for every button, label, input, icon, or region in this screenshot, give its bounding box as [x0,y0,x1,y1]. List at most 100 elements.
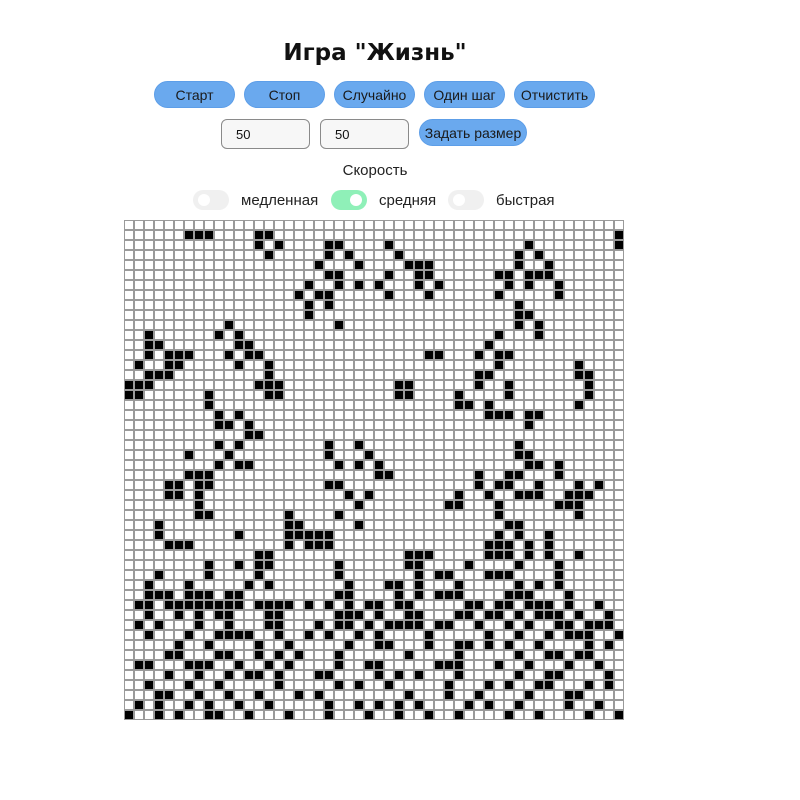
board-cell[interactable] [604,610,614,620]
board-cell[interactable] [474,550,484,560]
board-cell[interactable] [364,480,374,490]
board-cell[interactable] [254,540,264,550]
board-cell[interactable] [174,520,184,530]
board-cell[interactable] [304,370,314,380]
board-cell[interactable] [474,390,484,400]
board-cell[interactable] [304,660,314,670]
board-cell[interactable] [134,660,144,670]
board-cell[interactable] [404,710,414,720]
board-cell[interactable] [354,260,364,270]
board-cell[interactable] [274,230,284,240]
board-cell[interactable] [564,570,574,580]
board-cell[interactable] [264,540,274,550]
board-cell[interactable] [264,270,274,280]
board-cell[interactable] [134,650,144,660]
board-cell[interactable] [564,620,574,630]
board-cell[interactable] [134,430,144,440]
board-cell[interactable] [504,630,514,640]
board-cell[interactable] [374,600,384,610]
board-cell[interactable] [444,670,454,680]
board-cell[interactable] [564,450,574,460]
board-cell[interactable] [464,630,474,640]
board-cell[interactable] [314,620,324,630]
board-cell[interactable] [404,610,414,620]
board-cell[interactable] [494,390,504,400]
board-cell[interactable] [394,220,404,230]
board-cell[interactable] [384,510,394,520]
board-cell[interactable] [494,410,504,420]
board-cell[interactable] [504,290,514,300]
board-cell[interactable] [284,480,294,490]
board-cell[interactable] [404,700,414,710]
board-cell[interactable] [544,660,554,670]
board-cell[interactable] [544,310,554,320]
board-cell[interactable] [474,410,484,420]
board-cell[interactable] [444,410,454,420]
board-cell[interactable] [444,370,454,380]
board-cell[interactable] [464,400,474,410]
board-cell[interactable] [294,450,304,460]
board-cell[interactable] [534,500,544,510]
board-cell[interactable] [334,380,344,390]
board-cell[interactable] [254,380,264,390]
board-cell[interactable] [344,280,354,290]
board-cell[interactable] [564,610,574,620]
board-cell[interactable] [324,560,334,570]
board-cell[interactable] [184,680,194,690]
board-cell[interactable] [274,290,284,300]
board-cell[interactable] [454,490,464,500]
board-cell[interactable] [184,250,194,260]
board-cell[interactable] [594,690,604,700]
board-cell[interactable] [274,410,284,420]
board-cell[interactable] [484,390,494,400]
board-cell[interactable] [314,580,324,590]
board-cell[interactable] [284,670,294,680]
board-cell[interactable] [474,380,484,390]
board-cell[interactable] [564,300,574,310]
board-cell[interactable] [544,280,554,290]
board-cell[interactable] [444,660,454,670]
board-cell[interactable] [614,320,624,330]
board-cell[interactable] [244,520,254,530]
board-cell[interactable] [554,460,564,470]
board-cell[interactable] [494,220,504,230]
board-cell[interactable] [384,500,394,510]
board-cell[interactable] [394,400,404,410]
board-cell[interactable] [264,640,274,650]
board-cell[interactable] [314,240,324,250]
board-cell[interactable] [334,620,344,630]
board-cell[interactable] [344,590,354,600]
board-cell[interactable] [434,540,444,550]
board-cell[interactable] [454,630,464,640]
board-cell[interactable] [224,350,234,360]
board-cell[interactable] [504,460,514,470]
board-cell[interactable] [234,470,244,480]
board-cell[interactable] [594,470,604,480]
board-cell[interactable] [184,300,194,310]
board-cell[interactable] [224,360,234,370]
board-cell[interactable] [584,650,594,660]
board-cell[interactable] [234,650,244,660]
board-cell[interactable] [384,440,394,450]
board-cell[interactable] [244,550,254,560]
board-cell[interactable] [594,290,604,300]
board-cell[interactable] [204,620,214,630]
board-cell[interactable] [514,570,524,580]
board-cell[interactable] [384,630,394,640]
board-cell[interactable] [514,480,524,490]
board-cell[interactable] [544,700,554,710]
board-cell[interactable] [274,400,284,410]
board-cell[interactable] [504,620,514,630]
board-cell[interactable] [324,440,334,450]
board-cell[interactable] [344,250,354,260]
board-cell[interactable] [474,610,484,620]
board-cell[interactable] [414,610,424,620]
board-cell[interactable] [204,500,214,510]
board-cell[interactable] [554,520,564,530]
board-cell[interactable] [354,690,364,700]
board-cell[interactable] [324,260,334,270]
board-cell[interactable] [434,380,444,390]
board-cell[interactable] [324,520,334,530]
board-cell[interactable] [554,250,564,260]
board-cell[interactable] [174,560,184,570]
